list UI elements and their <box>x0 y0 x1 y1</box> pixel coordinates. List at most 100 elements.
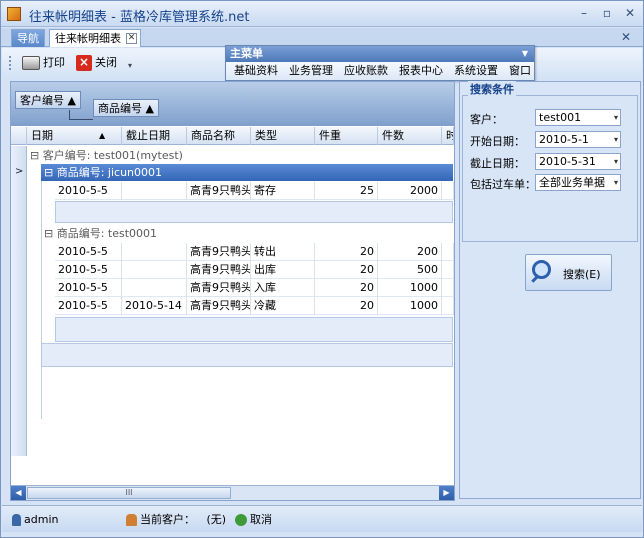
main-menu-bar: 基础资料 业务管理 应收账款 报表中心 系统设置 窗口 <box>226 62 534 80</box>
start-date-label: 开始日期： <box>470 135 525 148</box>
end-date-picker[interactable]: 2010-5-31 ▾ <box>535 153 621 170</box>
app-window: 往来帐明细表 - 蓝格冷库管理系统.net – ▫ ✕ 导航 往来帐明细表 ✕ … <box>0 0 644 538</box>
close-window-button[interactable]: ✕ <box>621 5 639 21</box>
tab-navigation[interactable]: 导航 <box>11 29 45 47</box>
table-row[interactable]: 2010-5-5 高青9只鸭头 入库 20 1000 <box>55 279 454 297</box>
cell-type: 寄存 <box>251 182 315 200</box>
restore-button[interactable]: ▫ <box>598 5 616 21</box>
minimize-button[interactable]: – <box>575 5 593 21</box>
cell-product: 高青9只鸭头 <box>187 261 251 279</box>
tab-label: 导航 <box>17 32 39 45</box>
ledger-grid: 客户编号 ▲ 商品编号 ▲ 日期 ▲ 截止日期 商品名称 类型 件重 件数 时 >… <box>10 81 455 501</box>
collapse-icon[interactable]: ⊟ <box>41 166 53 179</box>
start-date-value: 2010-5-1 <box>539 133 589 146</box>
column-header-count[interactable]: 件数 <box>378 127 442 145</box>
print-button[interactable]: 打印 <box>22 54 65 72</box>
scroll-left-icon[interactable]: ◀ <box>11 486 26 500</box>
search-panel: 搜索条件 客户： test001 ▾ 开始日期： 2010-5-1 ▾ 截止日期… <box>459 81 641 499</box>
chevron-down-icon: ▼ <box>521 49 528 58</box>
search-button[interactable]: 搜索(E) <box>525 254 612 291</box>
group-row-product[interactable]: ⊟ 商品编号: test0001 <box>41 225 453 242</box>
scroll-right-icon[interactable]: ▶ <box>439 486 454 500</box>
main-menu-title: 主菜单 <box>230 47 263 60</box>
cell-time <box>442 243 454 261</box>
cell-time <box>442 279 454 297</box>
group-footer <box>41 343 453 367</box>
group-row-customer[interactable]: ⊟ 客户编号: test001(mytest) <box>27 147 454 164</box>
menu-item-window[interactable]: 窗口 <box>509 62 531 80</box>
user-name: admin <box>24 513 59 526</box>
title-bar: 往来帐明细表 - 蓝格冷库管理系统.net – ▫ ✕ <box>1 1 643 27</box>
group-guide-line <box>41 164 42 419</box>
cell-date: 2010-5-5 <box>55 243 122 261</box>
cell-weight: 20 <box>315 243 378 261</box>
cell-count: 500 <box>378 261 442 279</box>
tab-ledger-detail[interactable]: 往来帐明细表 ✕ <box>49 29 141 47</box>
cell-date: 2010-5-5 <box>55 182 122 200</box>
customer-value: test001 <box>539 111 582 124</box>
cell-product: 高青9只鸭头 <box>187 182 251 200</box>
menu-item-business[interactable]: 业务管理 <box>289 62 333 80</box>
column-header-type[interactable]: 类型 <box>251 127 315 145</box>
cancel-icon <box>235 514 247 526</box>
cell-weight: 20 <box>315 297 378 315</box>
status-user: admin <box>12 512 58 528</box>
cell-product: 高青9只鸭头 <box>187 279 251 297</box>
table-row[interactable]: 2010-5-5 高青9只鸭头 出库 20 500 <box>55 261 454 279</box>
menu-item-receivables[interactable]: 应收账款 <box>344 62 388 80</box>
group-header-text: 客户编号: test001(mytest) <box>42 149 183 162</box>
group-by-customer[interactable]: 客户编号 ▲ <box>15 91 81 109</box>
group-header-text: 商品编号: jicun0001 <box>56 166 163 179</box>
column-header-time[interactable]: 时 <box>442 127 454 145</box>
column-header-date[interactable]: 日期 ▲ <box>27 127 122 145</box>
cell-end-date <box>122 243 187 261</box>
column-header-end-date[interactable]: 截止日期 <box>122 127 187 145</box>
horizontal-scrollbar[interactable]: ◀ III ▶ <box>11 485 454 500</box>
toolbar-grip[interactable] <box>9 56 12 70</box>
chevron-down-icon: ▾ <box>613 157 618 166</box>
column-header-row: 日期 ▲ 截止日期 商品名称 类型 件重 件数 时 <box>11 127 454 145</box>
cancel-label: 取消 <box>250 513 272 526</box>
include-transfer-value: 全部业务单据 <box>539 176 605 189</box>
main-menu-header[interactable]: 主菜单 ▼ <box>226 46 534 62</box>
collapse-icon[interactable]: ⊟ <box>41 227 53 240</box>
cell-end-date <box>122 261 187 279</box>
close-button[interactable]: × 关闭 <box>76 54 117 72</box>
table-row[interactable]: 2010-5-5 2010-5-14 高青9只鸭头 冷藏 20 1000 <box>55 297 454 315</box>
cell-product: 高青9只鸭头 <box>187 297 251 315</box>
close-label: 关闭 <box>95 56 117 69</box>
column-header-weight[interactable]: 件重 <box>315 127 378 145</box>
menu-item-basic-data[interactable]: 基础资料 <box>234 62 278 80</box>
scrollbar-thumb[interactable]: III <box>27 487 231 499</box>
print-label: 打印 <box>43 56 65 69</box>
include-transfer-label: 包括过车单： <box>470 178 536 191</box>
start-date-picker[interactable]: 2010-5-1 ▾ <box>535 131 621 148</box>
cell-end-date: 2010-5-14 <box>122 297 187 315</box>
cell-date: 2010-5-5 <box>55 261 122 279</box>
window-title: 往来帐明细表 - 蓝格冷库管理系统.net <box>29 10 250 25</box>
column-header-product[interactable]: 商品名称 <box>187 127 251 145</box>
tab-close-icon[interactable]: ✕ <box>126 33 137 44</box>
group-row-product-selected[interactable]: ⊟ 商品编号: jicun0001 <box>41 164 453 181</box>
customer-select[interactable]: test001 ▾ <box>535 109 621 126</box>
cell-type: 出库 <box>251 261 315 279</box>
customer-label: 客户： <box>470 113 503 126</box>
toolbar-overflow-icon[interactable]: ▾ <box>128 61 132 70</box>
close-icon: × <box>76 55 92 71</box>
table-row[interactable]: 2010-5-5 高青9只鸭头 转出 20 200 <box>55 243 454 261</box>
menu-item-reports[interactable]: 报表中心 <box>399 62 443 80</box>
collapse-icon[interactable]: ⊟ <box>27 149 39 162</box>
group-by-product[interactable]: 商品编号 ▲ <box>93 99 159 117</box>
row-indicator-column: > <box>11 146 27 456</box>
chevron-down-icon: ▾ <box>613 178 618 187</box>
status-cancel-button[interactable]: 取消 <box>235 512 272 528</box>
cell-date: 2010-5-5 <box>55 279 122 297</box>
include-transfer-select[interactable]: 全部业务单据 ▾ <box>535 174 621 191</box>
sort-asc-icon: ▲ <box>99 131 106 140</box>
menu-item-settings[interactable]: 系统设置 <box>454 62 498 80</box>
group-footer <box>55 201 453 223</box>
table-row[interactable]: 2010-5-5 高青9只鸭头 寄存 25 2000 <box>55 182 454 200</box>
document-close-button[interactable]: ✕ <box>621 30 631 44</box>
cell-weight: 25 <box>315 182 378 200</box>
cell-weight: 20 <box>315 279 378 297</box>
